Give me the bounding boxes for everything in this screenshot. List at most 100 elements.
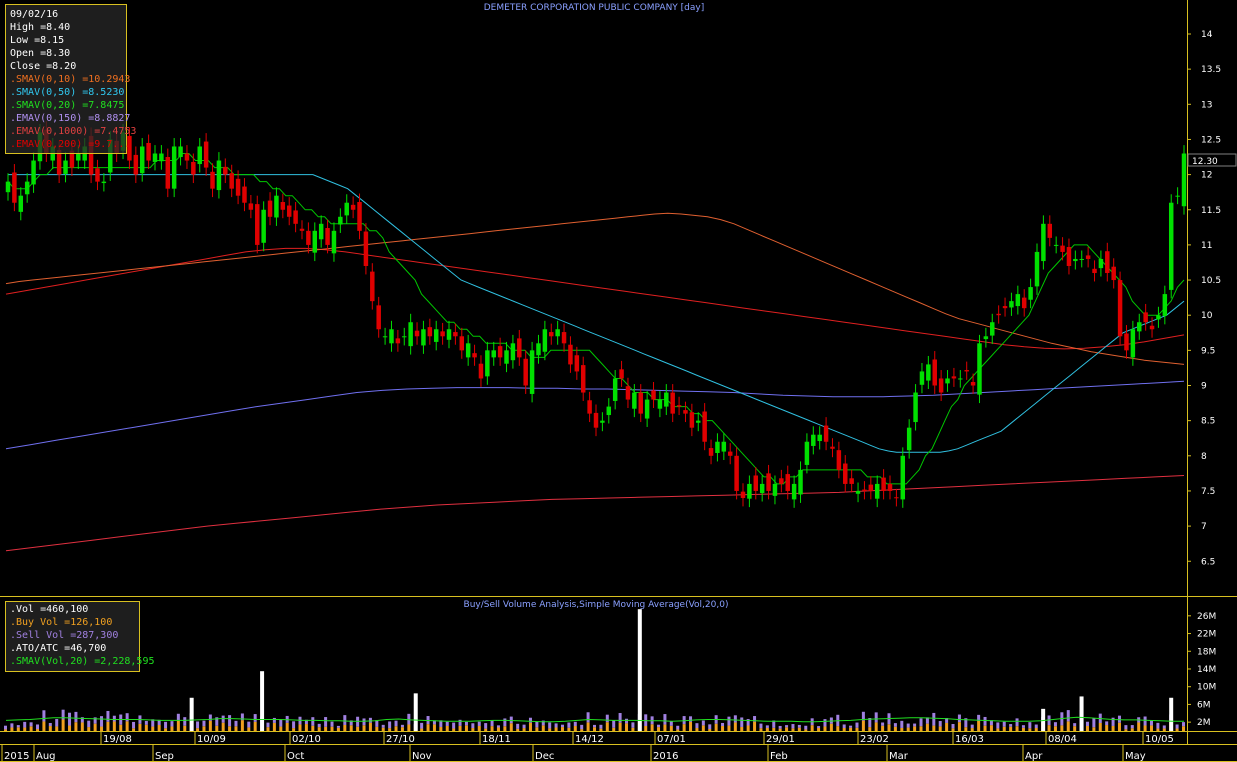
sell-volume-bar xyxy=(125,713,129,722)
candle-body xyxy=(772,483,778,496)
sell-volume-bar xyxy=(554,723,558,728)
sell-volume-bar xyxy=(1092,718,1096,728)
buy-volume-bar xyxy=(426,724,430,731)
sell-volume-bar xyxy=(164,721,168,729)
buy-volume-bar xyxy=(196,728,200,731)
sell-volume-bar xyxy=(496,725,500,728)
sell-volume-bar xyxy=(721,722,725,727)
buy-volume-bar xyxy=(1002,726,1006,731)
candle-body xyxy=(747,483,752,499)
candle-body xyxy=(625,386,631,400)
candle-body xyxy=(299,228,305,231)
candle-body xyxy=(325,228,330,245)
buy-volume-bar xyxy=(535,727,539,731)
candle-body xyxy=(165,157,171,189)
sell-volume-bar xyxy=(464,721,468,726)
buy-volume-bar xyxy=(644,725,648,731)
candle-body xyxy=(529,350,535,394)
last-price-badge: 12.30 xyxy=(1187,153,1237,167)
candle-body xyxy=(63,160,68,174)
legend-open: Open =8.30 xyxy=(10,48,71,59)
sell-volume-bar xyxy=(1028,722,1032,729)
volume-legend: .Vol =460,100 .Buy Vol =126,100 .Sell Vo… xyxy=(5,601,155,672)
sell-volume-bar xyxy=(311,717,315,726)
candle-body xyxy=(235,178,241,196)
time-tick-label: 23/02 xyxy=(860,734,889,745)
candle-body xyxy=(766,473,771,491)
candle-body xyxy=(1168,202,1174,290)
legend-sma-vol: .SMAV(Vol,20) =2,228,595 xyxy=(10,656,155,667)
time-tick-label: 27/10 xyxy=(386,734,415,745)
buy-volume-bar xyxy=(362,725,366,731)
legend-close: Close =8.20 xyxy=(10,61,77,72)
sell-volume-bar xyxy=(170,721,174,727)
volume-tick-label: 22M xyxy=(1197,630,1216,640)
candle-body xyxy=(1066,247,1072,266)
buy-volume-bar xyxy=(765,727,769,731)
sell-volume-bar xyxy=(669,721,673,726)
legend-sma10: .SMAV(0,10) =10.2943 xyxy=(10,74,131,85)
sell-volume-bar xyxy=(132,721,136,729)
buy-volume-bar xyxy=(100,726,104,731)
legend-sma20: .SMAV(0,20) =7.8475 xyxy=(10,100,125,111)
sell-volume-bar xyxy=(580,724,584,730)
buy-volume-bar xyxy=(541,725,545,731)
candle-body xyxy=(862,489,867,491)
buy-volume-bar xyxy=(893,726,897,731)
buy-volume-bar xyxy=(925,723,929,731)
sell-volume-bar xyxy=(324,717,328,727)
buy-volume-bar xyxy=(689,721,693,731)
buy-volume-bar xyxy=(87,727,91,731)
buy-volume-bar xyxy=(855,727,859,731)
candle-body xyxy=(133,154,139,175)
price-tick-label: 13.5 xyxy=(1201,65,1221,75)
buy-volume-bar xyxy=(919,726,923,731)
buy-volume-bar xyxy=(176,720,180,731)
buy-volume-bar xyxy=(490,726,494,731)
candle-body xyxy=(242,186,247,203)
buy-volume-bar xyxy=(580,729,584,731)
buy-volume-bar xyxy=(452,728,456,731)
buy-volume-bar xyxy=(746,725,750,731)
candle-body xyxy=(344,202,349,216)
candle-body xyxy=(95,168,100,182)
candle-body xyxy=(350,204,356,210)
sell-volume-bar xyxy=(938,721,942,727)
price-tick-label: 7 xyxy=(1201,522,1207,532)
sell-volume-bar xyxy=(368,717,372,723)
sell-volume-bar xyxy=(317,723,321,728)
buy-volume-bar xyxy=(503,726,507,731)
ato-volume-spike xyxy=(1169,697,1174,731)
buy-volume-bar xyxy=(234,726,238,731)
buy-volume-bar xyxy=(10,727,14,731)
sell-volume-bar xyxy=(1009,724,1013,727)
time-tick-label: 19/08 xyxy=(103,734,132,745)
candle-body xyxy=(970,381,976,386)
candle-body xyxy=(382,336,388,338)
sell-volume-bar xyxy=(695,723,699,729)
buy-volume-bar xyxy=(375,726,379,731)
buy-volume-bar xyxy=(708,729,712,731)
candle-body xyxy=(1073,258,1078,262)
buy-volume-bar xyxy=(439,726,443,731)
candle-body xyxy=(504,350,509,364)
candle-body xyxy=(990,322,995,336)
volume-tick-label: 6M xyxy=(1197,700,1211,710)
sell-volume-bar xyxy=(560,724,564,728)
volume-tick-label: 2M xyxy=(1197,718,1211,728)
sell-volume-bar xyxy=(1156,722,1160,729)
buy-volume-bar xyxy=(663,724,667,731)
candle-body xyxy=(433,329,439,342)
buy-volume-bar xyxy=(593,727,596,731)
candle-body xyxy=(1060,245,1065,252)
price-chart-title: DEMETER CORPORATION PUBLIC COMPANY [day] xyxy=(484,3,705,13)
buy-volume-bar xyxy=(1137,722,1141,731)
candle-body xyxy=(152,153,158,162)
candle-body xyxy=(440,331,445,337)
candle-body xyxy=(619,369,624,379)
candle-body xyxy=(101,181,107,184)
buy-volume-bar xyxy=(1021,727,1025,731)
candle-body xyxy=(900,455,906,500)
candle-body xyxy=(139,146,145,174)
candle-body xyxy=(1117,280,1123,337)
